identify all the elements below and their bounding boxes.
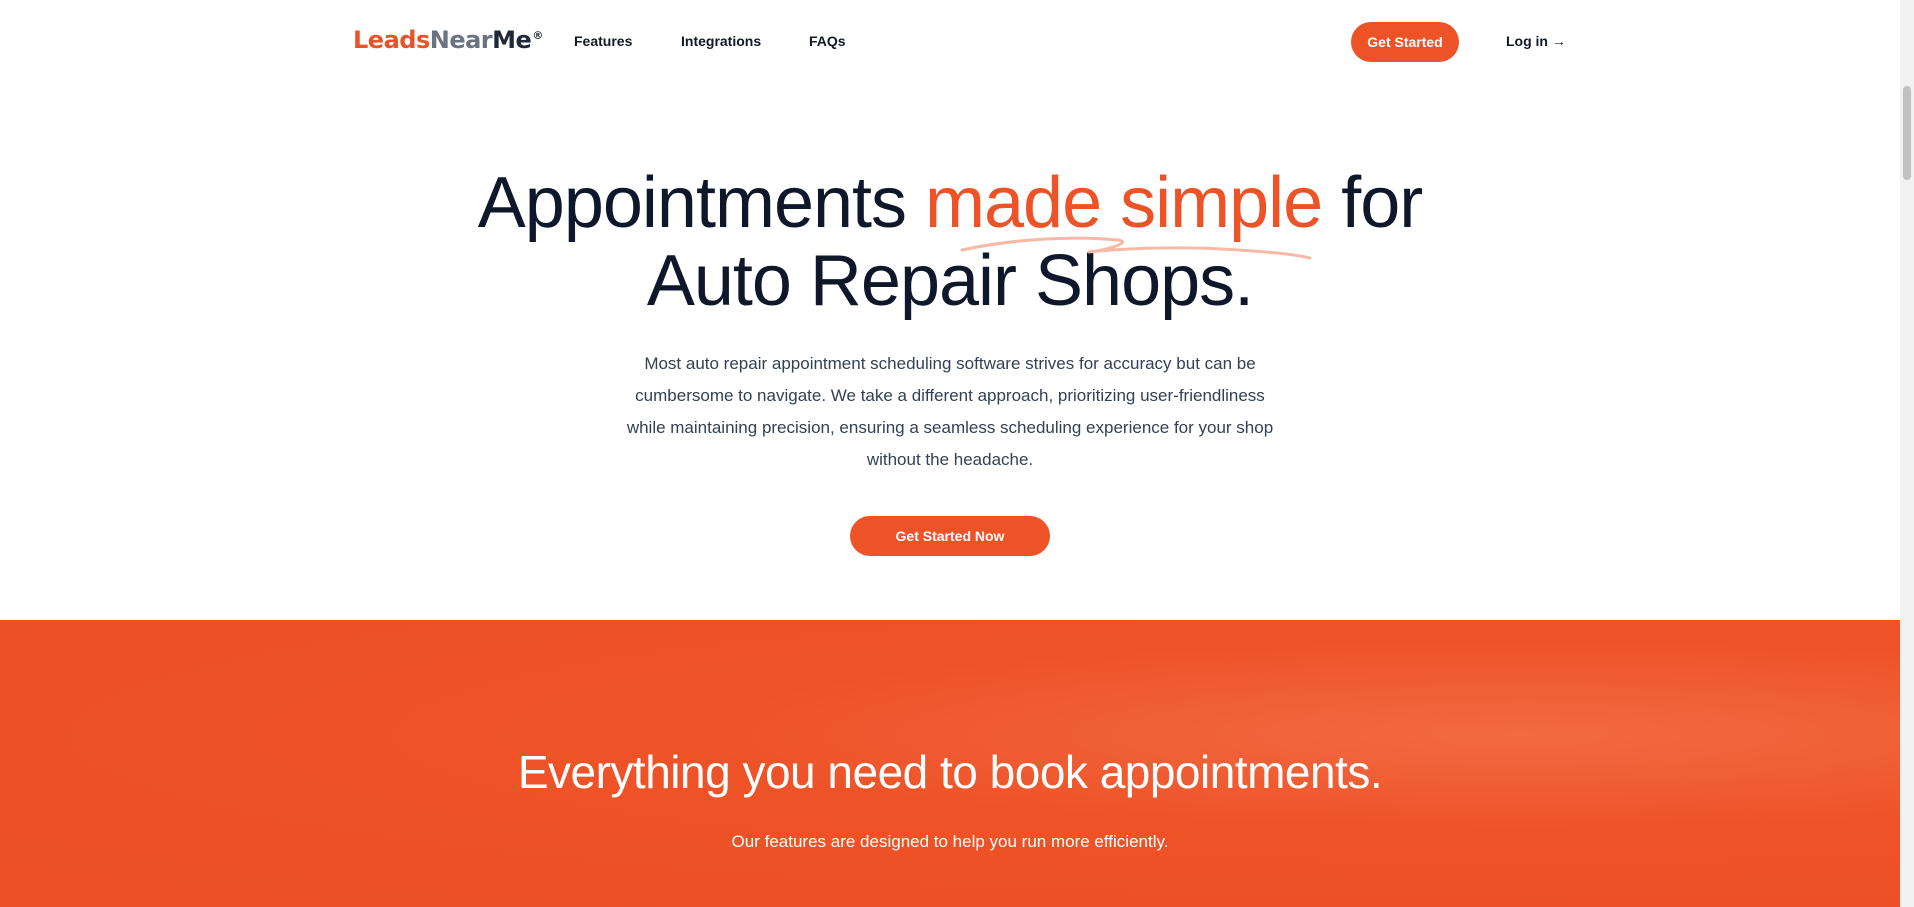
hero-title-end: for (1322, 163, 1423, 243)
logo[interactable]: LeadsNearMe® (353, 26, 543, 54)
hero-title: Appointments made simple for Auto Repair… (0, 164, 1900, 320)
underline-squiggle-icon (960, 236, 1312, 260)
scrollbar-thumb[interactable] (1903, 86, 1911, 180)
logo-near: Near (429, 26, 493, 54)
registered-mark: ® (532, 29, 543, 42)
get-started-now-button[interactable]: Get Started Now (850, 516, 1050, 556)
hero-title-start: Appointments (477, 163, 926, 243)
nav-link-faqs[interactable]: FAQs (809, 33, 846, 49)
scrollbar[interactable] (1900, 0, 1914, 907)
nav-link-features[interactable]: Features (574, 33, 632, 49)
features-section: Everything you need to book appointments… (0, 620, 1900, 907)
logo-me: Me (492, 26, 532, 54)
hero-subtitle: Most auto repair appointment scheduling … (626, 354, 1274, 469)
features-subtitle: Our features are designed to help you ru… (731, 832, 1169, 851)
page: LeadsNearMe® Features Integrations FAQs … (0, 0, 1914, 907)
logo-leads: Leads (353, 26, 430, 54)
login-link[interactable]: Log in → (1506, 33, 1566, 49)
nav-link-integrations[interactable]: Integrations (681, 33, 761, 49)
features-title: Everything you need to book appointments… (517, 746, 1383, 798)
get-started-button[interactable]: Get Started (1351, 22, 1459, 62)
top-nav: LeadsNearMe® Features Integrations FAQs … (0, 0, 1900, 84)
